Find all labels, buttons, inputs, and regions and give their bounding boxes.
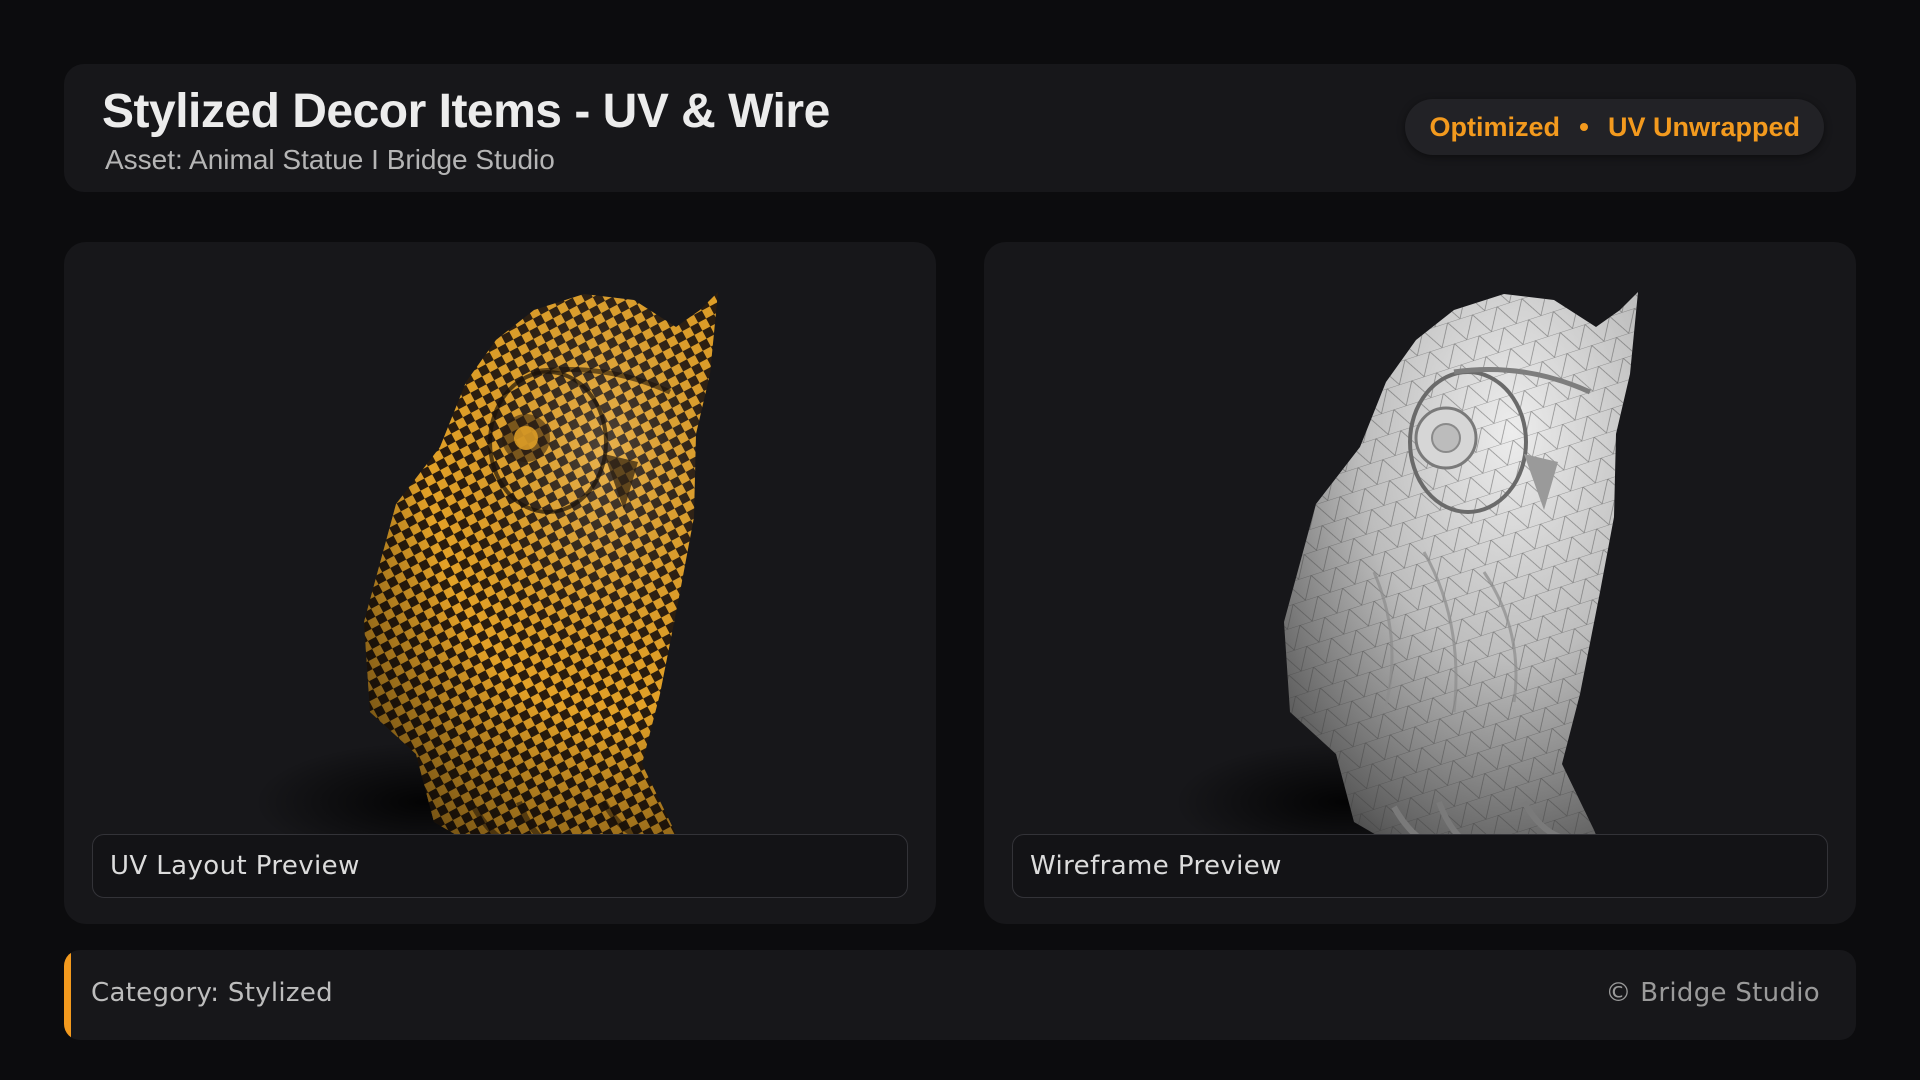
category-label: Category: Stylized — [91, 978, 333, 1008]
uv-preview-card: UV Layout Preview — [64, 242, 936, 924]
tag-uv-unwrapped: UV Unwrapped — [1607, 111, 1800, 142]
header-panel: Stylized Decor Items - UV & Wire Asset: … — [64, 64, 1856, 192]
footer-accent-stripe — [64, 950, 71, 1040]
page-title: Stylized Decor Items - UV & Wire — [102, 85, 830, 138]
owl-checker-render — [254, 292, 718, 842]
wireframe-preview-viewport[interactable] — [984, 242, 1856, 842]
tag-separator-dot — [1579, 123, 1588, 131]
tag-optimized: Optimized — [1429, 111, 1560, 142]
uv-preview-label: UV Layout Preview — [92, 834, 908, 898]
uv-preview-viewport[interactable] — [64, 242, 936, 842]
footer-bar: Category: Stylized © Bridge Studio — [64, 950, 1856, 1040]
wireframe-preview-label: Wireframe Preview — [1012, 834, 1828, 898]
copyright-text: © Bridge Studio — [1605, 978, 1820, 1008]
wireframe-preview-card: Wireframe Preview — [984, 242, 1856, 924]
asset-subtitle: Asset: Animal Statue I Bridge Studio — [105, 144, 555, 175]
owl-wireframe-render — [1174, 292, 1638, 842]
status-tags: Optimized UV Unwrapped — [1405, 99, 1824, 155]
